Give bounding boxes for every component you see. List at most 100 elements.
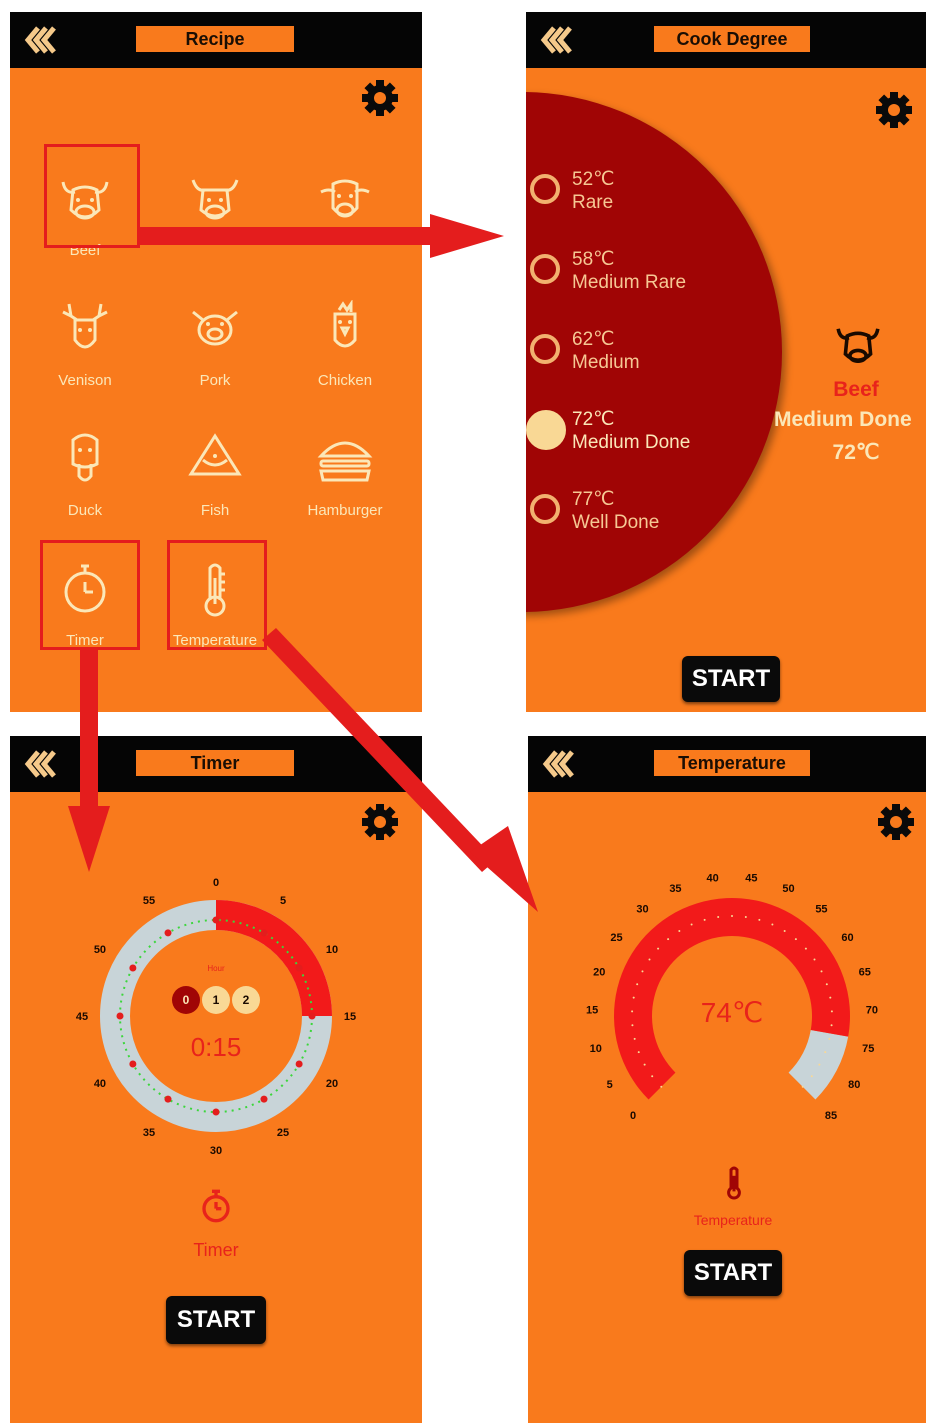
recipe-pork[interactable]: Pork bbox=[160, 290, 270, 400]
arrow-head-beef-icon bbox=[430, 214, 504, 258]
timer-screen: Timer 0 5 10 15 20 25 30 35 40 45 50 55 Hour 0 1 2 … bbox=[10, 736, 422, 1423]
recipe-chicken[interactable]: Chicken bbox=[290, 290, 400, 400]
start-button[interactable]: START bbox=[166, 1296, 266, 1344]
recipe-duck[interactable]: Duck bbox=[30, 420, 140, 530]
dial-marker bbox=[212, 916, 220, 924]
degree-option-rare[interactable]: 52℃ Rare bbox=[526, 168, 766, 228]
gauge-tick-label: 30 bbox=[636, 903, 648, 915]
gauge-tick-label: 35 bbox=[669, 883, 681, 895]
gauge-minor-dot bbox=[643, 1063, 646, 1066]
cow-icon bbox=[320, 179, 370, 218]
back-chevrons-icon[interactable] bbox=[542, 750, 582, 778]
gauge-tick-label: 25 bbox=[610, 932, 622, 944]
recipe-bull[interactable] bbox=[160, 160, 270, 270]
recipe-fish[interactable]: Fish bbox=[160, 420, 270, 530]
degree-temp: 77℃ bbox=[572, 489, 615, 510]
gauge-minor-dot bbox=[810, 1075, 813, 1078]
gauge-tick-label: 55 bbox=[815, 903, 827, 915]
dial-marker bbox=[308, 1012, 316, 1020]
dial-tick-label: 30 bbox=[210, 1145, 222, 1157]
gauge-minor-dot bbox=[801, 1085, 804, 1088]
back-chevrons-icon[interactable] bbox=[24, 26, 64, 54]
gauge-tick-label: 45 bbox=[745, 872, 757, 884]
gauge-tick-label: 50 bbox=[782, 883, 794, 895]
gauge-minor-dot bbox=[678, 929, 681, 932]
gauge-minor-dot bbox=[804, 947, 807, 950]
degree-option-well-done[interactable]: 77℃ Well Done bbox=[526, 488, 766, 548]
timer-dial[interactable]: 0510152025303540455055 bbox=[66, 866, 366, 1166]
gear-icon[interactable] bbox=[876, 802, 916, 842]
pig-icon bbox=[192, 310, 238, 346]
gauge-tick-label: 0 bbox=[630, 1110, 636, 1122]
radio-selected-icon bbox=[526, 410, 566, 450]
hour-option-2[interactable]: 2 bbox=[232, 986, 260, 1014]
page-title: Timer bbox=[136, 750, 294, 776]
gear-icon[interactable] bbox=[360, 78, 400, 118]
gauge-minor-dot bbox=[820, 970, 823, 973]
degree-name: Medium bbox=[572, 352, 640, 373]
gauge-minor-dot bbox=[830, 1024, 833, 1027]
timer-caption: Timer bbox=[193, 1240, 239, 1260]
dial-marker bbox=[116, 1012, 124, 1020]
start-button[interactable]: START bbox=[682, 656, 780, 702]
gauge-minor-dot bbox=[636, 983, 639, 986]
gauge-minor-dot bbox=[771, 923, 774, 926]
dial-marker bbox=[164, 1095, 172, 1103]
hamburger-icon bbox=[317, 441, 373, 482]
degree-temp: 58℃ bbox=[572, 249, 615, 270]
cook-degree-screen: Cook Degree 52℃ Rare 58℃ Medium Rare 62℃… bbox=[526, 12, 926, 712]
temperature-top-bar: Temperature bbox=[528, 736, 926, 792]
dial-tick-label: 40 bbox=[94, 1078, 106, 1090]
degree-option-medium[interactable]: 62℃ Medium bbox=[526, 328, 766, 388]
gear-icon[interactable] bbox=[874, 90, 914, 130]
radio-ring-icon bbox=[530, 494, 560, 524]
cook-degree-top-bar: Cook Degree bbox=[526, 12, 926, 68]
gauge-tick-label: 40 bbox=[707, 872, 719, 884]
hour-option-0[interactable]: 0 bbox=[172, 986, 200, 1014]
gauge-minor-dot bbox=[783, 929, 786, 932]
degree-name: Medium Rare bbox=[572, 272, 687, 293]
dial-tick-label: 50 bbox=[94, 944, 106, 956]
recipe-cow[interactable] bbox=[290, 160, 400, 270]
gear-icon[interactable] bbox=[360, 802, 400, 842]
dial-tick-label: 10 bbox=[326, 944, 338, 956]
degree-name: Well Done bbox=[572, 512, 660, 533]
gauge-minor-dot bbox=[830, 1010, 833, 1013]
gauge-minor-dot bbox=[825, 983, 828, 986]
dial-tick-label: 20 bbox=[326, 1078, 338, 1090]
page-title: Cook Degree bbox=[654, 26, 810, 52]
recipe-label: Fish bbox=[200, 502, 230, 519]
temperature-caption: Temperature bbox=[693, 1212, 773, 1228]
hour-option-1[interactable]: 1 bbox=[202, 986, 230, 1014]
start-button[interactable]: START bbox=[684, 1250, 782, 1296]
gauge-tick-label: 10 bbox=[590, 1043, 602, 1055]
back-chevrons-icon[interactable] bbox=[24, 750, 64, 778]
summary-temp: 72℃ bbox=[832, 441, 880, 464]
degree-option-medium-done[interactable]: 72℃ Medium Done bbox=[526, 408, 766, 468]
dial-marker bbox=[295, 1060, 303, 1068]
radio-ring-icon bbox=[530, 334, 560, 364]
gauge-tick-label: 20 bbox=[593, 967, 605, 979]
gauge-minor-dot bbox=[641, 970, 644, 973]
chicken-icon bbox=[333, 300, 357, 348]
timer-top-bar: Timer bbox=[10, 736, 422, 792]
time-display: 0:15 bbox=[190, 1032, 242, 1062]
dial-marker bbox=[164, 929, 172, 937]
degree-temp: 52℃ bbox=[572, 169, 615, 190]
gauge-minor-dot bbox=[667, 938, 670, 941]
radio-ring-icon bbox=[530, 174, 560, 204]
degree-option-medium-rare[interactable]: 58℃ Medium Rare bbox=[526, 248, 766, 308]
recipe-label: Chicken bbox=[317, 372, 373, 389]
gauge-minor-dot bbox=[657, 947, 660, 950]
recipe-hamburger[interactable]: Hamburger bbox=[290, 420, 400, 530]
gauge-minor-dot bbox=[632, 996, 635, 999]
duck-icon bbox=[71, 433, 99, 482]
gauge-tick-label: 60 bbox=[841, 932, 853, 944]
recipe-label: Duck bbox=[67, 502, 103, 519]
recipe-venison[interactable]: Venison bbox=[30, 290, 140, 400]
back-chevrons-icon[interactable] bbox=[540, 26, 580, 54]
temperature-screen: Temperature 0 5 10 15 20 25 30 35 40 45 50 55 60 65 70… bbox=[528, 736, 926, 1423]
hour-label: Hour bbox=[207, 964, 225, 973]
dial-tick-label: 35 bbox=[143, 1127, 155, 1139]
degree-temp: 62℃ bbox=[572, 329, 615, 350]
